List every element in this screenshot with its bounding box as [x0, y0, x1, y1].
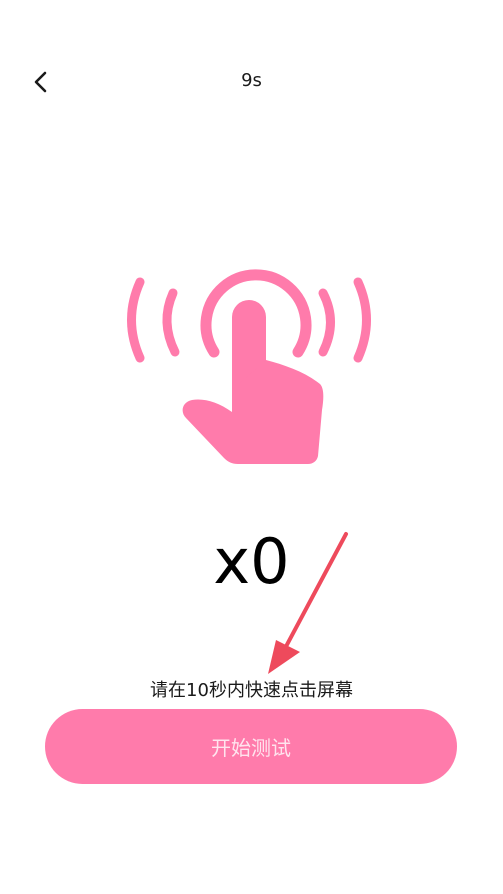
- tap-hand-icon: [127, 269, 371, 464]
- header-bar: 9s: [0, 0, 503, 164]
- tap-counter: x0: [213, 525, 290, 598]
- signal-wave-left-outer: [127, 277, 145, 363]
- countdown-timer: 9s: [241, 70, 262, 91]
- signal-wave-right-outer: [353, 277, 371, 363]
- instruction-text: 请在10秒内快速点击屏幕: [150, 680, 353, 701]
- signal-wave-right-inner: [318, 288, 335, 357]
- start-test-label: 开始测试: [211, 736, 291, 760]
- signal-wave-left-inner: [162, 288, 180, 357]
- arrow-icon: [268, 532, 348, 674]
- hand-palm: [182, 360, 324, 464]
- start-test-button[interactable]: 开始测试: [45, 709, 457, 784]
